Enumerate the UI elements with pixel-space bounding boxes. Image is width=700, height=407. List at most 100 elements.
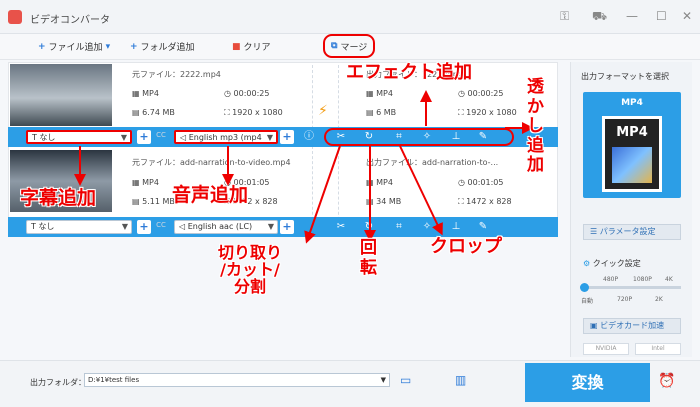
format-card[interactable]: MP4 MP4: [583, 92, 681, 198]
subtitle-select[interactable]: T なし ▼: [26, 220, 132, 234]
source-file-name: 元ファイル：2222.mp4: [132, 70, 221, 79]
add-subtitle-button[interactable]: +: [137, 220, 151, 234]
plus-icon: +: [38, 41, 46, 52]
add-folder-button[interactable]: + フォルダ追加: [130, 40, 195, 54]
source-file-name: 元ファイル：add-narration-to-video.mp4: [132, 158, 291, 167]
close-icon[interactable]: ✕: [682, 9, 692, 23]
cart-icon[interactable]: ⛟: [592, 9, 607, 25]
clock-icon: ◷: [458, 89, 468, 98]
file-icon: ▤: [366, 108, 377, 117]
bottom-bar: 出力フォルダ： D:¥1¥test files ▼ ▭ ▥ 変換 ⏰: [0, 360, 700, 407]
mp4-icon-label: MP4: [616, 125, 648, 140]
divider: [338, 65, 339, 235]
effect-wand-icon[interactable]: ✧: [420, 130, 434, 144]
balloon-image-icon: [612, 147, 652, 183]
gpu-icon: ▣: [590, 321, 601, 330]
alarm-clock-icon[interactable]: ⏰: [658, 373, 675, 389]
trash-icon: ■: [232, 41, 241, 52]
merge-button[interactable]: ⧉ マージ: [323, 34, 376, 58]
output-duration: ◷ 00:00:25: [458, 89, 504, 98]
rotate-icon[interactable]: ↻: [362, 220, 376, 234]
output-size: ▤ 6 MB: [366, 108, 397, 117]
cc-icon[interactable]: CC: [154, 221, 168, 233]
film-icon: ▦: [366, 89, 377, 98]
toolbar: + ファイル追加 ▾ + フォルダ追加 ■ クリア ⧉ マージ: [0, 34, 700, 60]
watermark-stamp-icon[interactable]: ⊥: [449, 220, 463, 234]
crop-icon[interactable]: ⌗: [392, 220, 406, 234]
crop-icon[interactable]: ⌗: [392, 130, 406, 144]
maximize-icon[interactable]: ☐: [656, 9, 667, 23]
add-file-button[interactable]: + ファイル追加 ▾: [38, 40, 111, 54]
annotation-cut: 切り取り /カット/ 分割: [218, 243, 283, 296]
file-icon: ▤: [132, 108, 143, 117]
sliders-icon: ☰: [590, 227, 600, 236]
folder-open-icon[interactable]: ▭: [400, 373, 411, 387]
add-audio-button[interactable]: +: [280, 130, 294, 144]
resolution-icon: ⛶: [458, 108, 467, 117]
speaker-icon: ◁: [179, 222, 188, 231]
file-icon: ▤: [132, 197, 143, 206]
app-title: ビデオコンバータ: [30, 15, 110, 26]
source-duration: ◷ 00:00:25: [224, 89, 270, 98]
clear-button[interactable]: ■ クリア: [232, 40, 271, 54]
video-thumbnail[interactable]: [10, 64, 112, 126]
source-size: ▤ 6.74 MB: [132, 108, 175, 117]
intel-option[interactable]: Intel: [635, 343, 681, 355]
chevron-down-icon: ▼: [120, 133, 127, 142]
resolution-icon: ⛶: [458, 197, 467, 206]
app-logo-icon: [8, 10, 22, 24]
chevron-down-icon: ▼: [267, 222, 274, 231]
folder-browse-icon[interactable]: ▥: [455, 373, 466, 387]
format-heading: 出力フォーマットを選択: [581, 72, 669, 81]
film-icon: ▦: [366, 178, 377, 187]
output-resolution: ⛶ 1472 x 828: [458, 197, 512, 206]
info-icon[interactable]: ⓘ: [302, 130, 316, 144]
output-resolution: ⛶ 1920 x 1080: [458, 108, 517, 117]
file-icon: ▤: [366, 197, 377, 206]
tick-label: 720P: [617, 296, 633, 303]
tick-label: 1080P: [633, 276, 652, 283]
audio-select[interactable]: ◁ English aac (LC) ▼: [174, 220, 278, 234]
output-format-panel: 出力フォーマットを選択 MP4 MP4 ☰ パラメータ設定 ⚙ クイック設定 4…: [570, 62, 692, 357]
slider-knob[interactable]: [580, 283, 589, 292]
chevron-down-icon[interactable]: ▾: [106, 42, 111, 52]
format-name: MP4: [621, 98, 643, 108]
output-format: ▦ MP4: [366, 178, 393, 187]
rotate-icon[interactable]: ↻: [362, 130, 376, 144]
tick-label: 480P: [603, 276, 619, 283]
subtitle-edit-icon[interactable]: ✎: [476, 130, 490, 144]
effect-wand-icon[interactable]: ✧: [420, 220, 434, 234]
output-duration: ◷ 00:01:05: [458, 178, 504, 187]
watermark-stamp-icon[interactable]: ⊥: [449, 130, 463, 144]
scissors-icon[interactable]: ✂: [334, 130, 348, 144]
gpu-acceleration-button[interactable]: ▣ ビデオカード加速: [583, 318, 681, 334]
tick-label: 4K: [665, 276, 673, 283]
film-icon: ▦: [132, 178, 143, 187]
speaker-icon: ◁: [180, 133, 189, 142]
quick-settings-label: ⚙ クイック設定: [583, 259, 641, 268]
source-size: ▤ 5.11 MB: [132, 197, 175, 206]
parameter-settings-button[interactable]: ☰ パラメータ設定: [583, 224, 681, 240]
key-icon[interactable]: ⚿: [560, 9, 569, 24]
scissors-icon[interactable]: ✂: [334, 220, 348, 234]
tick-label: 2K: [655, 296, 663, 303]
source-format: ▦ MP4: [132, 178, 159, 187]
nvidia-option[interactable]: NVIDIA: [583, 343, 629, 355]
sliders-icon: ⚙: [583, 259, 593, 268]
plus-icon: +: [130, 41, 138, 52]
output-folder-field[interactable]: D:¥1¥test files ▼: [84, 373, 390, 387]
cc-icon[interactable]: CC: [154, 131, 168, 143]
subtitle-select[interactable]: T なし ▼: [26, 130, 132, 144]
chevron-down-icon: ▼: [266, 133, 273, 142]
subtitle-edit-icon[interactable]: ✎: [476, 220, 490, 234]
annotation-crop: クロップ: [430, 236, 502, 257]
minimize-icon[interactable]: —: [626, 9, 638, 23]
audio-select[interactable]: ◁ English mp3 (mp4 ▼: [174, 130, 278, 144]
quality-slider[interactable]: [580, 283, 681, 292]
add-audio-button[interactable]: +: [280, 220, 294, 234]
convert-button[interactable]: 変換: [525, 363, 650, 402]
merge-icon: ⧉: [331, 41, 338, 51]
mp4-file-icon: MP4: [602, 116, 662, 192]
add-subtitle-button[interactable]: +: [137, 130, 151, 144]
title-bar: ビデオコンバータ ⚿ ⛟ — ☐ ✕: [0, 0, 700, 34]
